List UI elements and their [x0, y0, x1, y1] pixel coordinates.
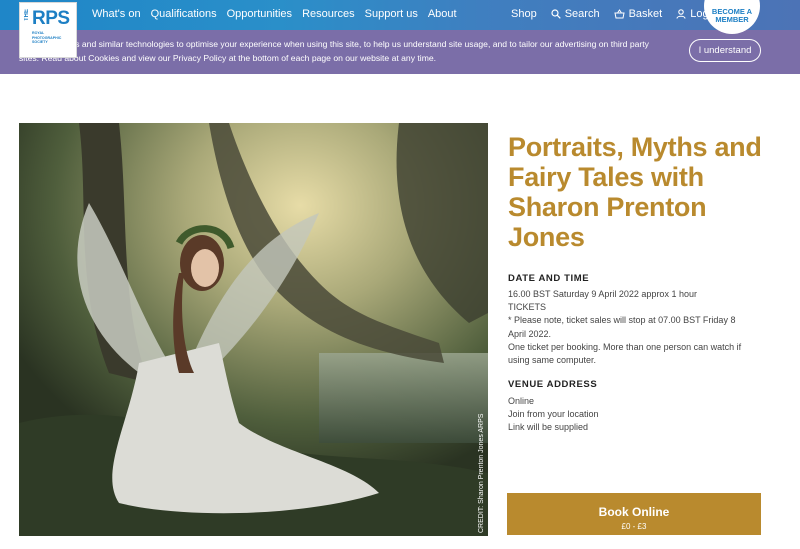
- search-icon: [551, 9, 561, 19]
- book-price: £0 - £3: [621, 522, 647, 531]
- venue-details: Online Join from your location Link will…: [508, 395, 753, 435]
- book-online-label: Book Online: [598, 505, 670, 519]
- fairy-forest-illustration: [19, 123, 488, 536]
- venue-line: Link will be supplied: [508, 422, 589, 433]
- date-time-heading: DATE AND TIME: [508, 273, 590, 284]
- logo-sub-3: SOCIETY: [32, 40, 48, 44]
- site-header: What's on Qualifications Opportunities R…: [0, 0, 800, 30]
- event-title: Portraits, Myths and Fairy Tales with Sh…: [508, 132, 762, 252]
- nav-item-opportunities[interactable]: Opportunities: [227, 8, 292, 20]
- venue-line: Join from your location: [508, 409, 599, 420]
- nav-item-whats-on[interactable]: What's on: [92, 8, 141, 20]
- shop-label: Shop: [511, 8, 537, 20]
- ticket-note-line: * Please note, ticket sales will stop at…: [508, 315, 736, 339]
- logo-rps: RPS: [32, 8, 70, 29]
- basket-icon: [613, 9, 625, 19]
- date-line: 16.00 BST Saturday 9 April 2022 approx 1…: [508, 289, 697, 299]
- user-icon: [676, 9, 686, 19]
- nav-item-support-us[interactable]: Support us: [365, 8, 418, 20]
- book-online-button[interactable]: Book Online £0 - £3: [507, 493, 761, 535]
- logo-subtitle: ROYAL PHOTOGRAPHIC SOCIETY: [32, 31, 61, 45]
- search-label: Search: [564, 8, 600, 20]
- utility-nav: Shop Search Basket Login: [511, 8, 731, 20]
- nav-item-qualifications[interactable]: Qualifications: [151, 8, 217, 20]
- understand-button[interactable]: I understand: [689, 39, 761, 62]
- cookie-text: We use cookies and similar technologies …: [19, 39, 649, 63]
- nav-item-resources[interactable]: Resources: [302, 8, 355, 20]
- main-nav: What's on Qualifications Opportunities R…: [92, 8, 467, 20]
- cookie-banner: We use cookies and similar technologies …: [0, 30, 800, 74]
- basket-link[interactable]: Basket: [613, 8, 663, 20]
- date-time-details: 16.00 BST Saturday 9 April 2022 approx 1…: [508, 288, 753, 367]
- search-link[interactable]: Search: [551, 8, 600, 20]
- basket-label: Basket: [628, 8, 663, 20]
- logo-the: THE: [24, 9, 30, 21]
- venue-heading: VENUE ADDRESS: [508, 379, 598, 390]
- venue-line: Online: [508, 396, 535, 406]
- shop-link[interactable]: Shop: [511, 8, 537, 20]
- photo-credit: CREDIT: Sharon Prenton Jones ARPS: [478, 413, 485, 533]
- rps-logo[interactable]: THE RPS ROYAL PHOTOGRAPHIC SOCIETY: [19, 2, 77, 58]
- become-member-label: BECOME A MEMBER: [711, 7, 753, 24]
- tickets-line: TICKETS: [508, 302, 547, 313]
- nav-item-about[interactable]: About: [428, 8, 457, 20]
- booking-note-line: One ticket per booking. More than one pe…: [508, 341, 742, 366]
- event-image: [19, 123, 488, 536]
